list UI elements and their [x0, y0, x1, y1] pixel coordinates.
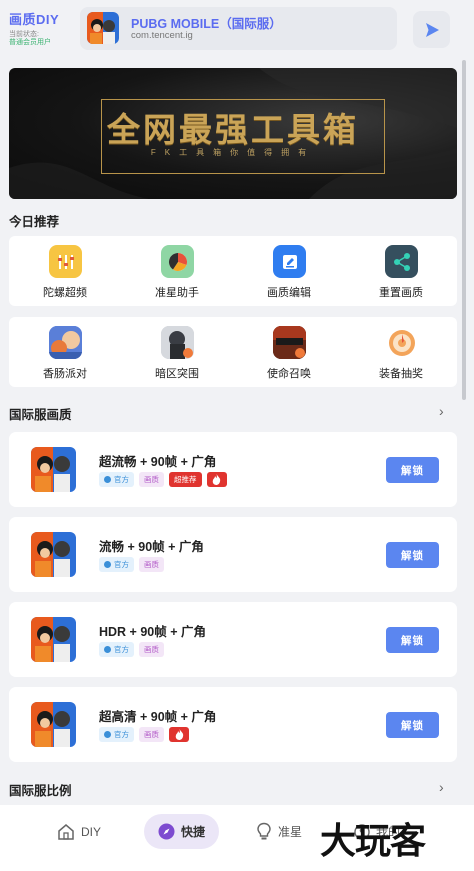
tag-recommended: 超推荐 [169, 472, 202, 487]
scrollbar[interactable] [462, 60, 466, 400]
preset-tags: 官方 画质 超推荐 [99, 472, 227, 487]
nav-label: 准星 [278, 825, 303, 839]
tool-reset-quality[interactable]: 重置画质 [345, 236, 457, 306]
tool-label: 画质编辑 [267, 287, 311, 299]
preset-title: HDR + 90帧 + 广角 [99, 625, 206, 639]
status-label: 当前状态: [9, 31, 39, 38]
unlock-button[interactable]: 解锁 [386, 712, 439, 738]
tool-label: 重置画质 [379, 287, 423, 299]
fire-icon [169, 727, 189, 742]
nav-crosshair[interactable]: 准星 [256, 814, 302, 849]
preset-item[interactable]: 超高清 + 90帧 + 广角 官方 画质 解锁 [9, 687, 457, 762]
preset-tags: 官方 画质 [99, 642, 164, 657]
tag-official: 官方 [99, 472, 134, 487]
tool-arena-breakout[interactable]: 暗区突围 [121, 317, 233, 387]
tag-official: 官方 [99, 727, 134, 742]
preset-item[interactable]: HDR + 90帧 + 广角 官方 画质 解锁 [9, 602, 457, 677]
app-header: 画质DIY 当前状态: 普通会员用户 PUBG MOBILE（国际服） com.… [0, 0, 474, 62]
edit-icon [273, 245, 306, 278]
compass-icon [158, 823, 175, 840]
preset-tags: 官方 画质 [99, 557, 164, 572]
tool-call-of-duty[interactable]: 使命召唤 [233, 317, 345, 387]
section-title-intl-quality: 国际服画质 [9, 408, 72, 422]
banner-subtitle: FK工具箱你值得拥有 [150, 148, 316, 157]
bottom-strip [0, 859, 474, 871]
home-icon [57, 823, 75, 840]
preset-title: 流畅 + 90帧 + 广角 [99, 540, 204, 554]
crosshair-pie-icon [161, 245, 194, 278]
tag-quality: 画质 [139, 727, 164, 742]
preset-tags: 官方 画质 [99, 727, 189, 742]
official-dot-icon [104, 561, 111, 568]
official-dot-icon [104, 731, 111, 738]
nav-quick[interactable]: 快捷 [144, 814, 220, 849]
chevron-right-icon[interactable]: › [439, 403, 444, 419]
banner-title: 全网最强工具箱 [107, 113, 359, 149]
gyro-icon [49, 245, 82, 278]
preset-thumbnail [31, 702, 76, 747]
preset-title: 超高清 + 90帧 + 广角 [99, 710, 217, 724]
tool-quality-edit[interactable]: 画质编辑 [233, 236, 345, 306]
unlock-button[interactable]: 解锁 [386, 542, 439, 568]
tag-quality: 画质 [139, 642, 164, 657]
arena-breakout-icon [161, 326, 194, 359]
nav-diy[interactable]: DIY [57, 814, 101, 849]
section-title-intl-ratio: 国际服比例 [9, 784, 72, 798]
preset-thumbnail [31, 532, 76, 577]
fire-icon [206, 472, 227, 487]
tool-label: 香肠派对 [43, 368, 87, 380]
tool-label: 准星助手 [155, 287, 199, 299]
tool-label: 暗区突围 [155, 368, 199, 380]
preset-item[interactable]: 流畅 + 90帧 + 广角 官方 画质 解锁 [9, 517, 457, 592]
tool-crosshair[interactable]: 准星助手 [121, 236, 233, 306]
official-dot-icon [104, 646, 111, 653]
nav-label: DIY [81, 824, 102, 839]
promo-banner[interactable]: 全网最强工具箱 FK工具箱你值得拥有 [9, 68, 457, 199]
tool-lottery[interactable]: 装备抽奖 [345, 317, 457, 387]
status-value: 普通会员用户 [9, 39, 51, 46]
tool-label: 陀螺超频 [43, 287, 87, 299]
tool-grid-row-2: 香肠派对 暗区突围 使命召唤 装备抽奖 [9, 317, 457, 387]
official-dot-icon [104, 476, 111, 483]
section-title-today: 今日推荐 [9, 215, 60, 229]
tool-gyro[interactable]: 陀螺超频 [9, 236, 121, 306]
tag-quality: 画质 [139, 472, 164, 487]
chevron-right-icon[interactable]: › [439, 779, 444, 795]
tool-label: 装备抽奖 [379, 368, 423, 380]
tool-sausage-party[interactable]: 香肠派对 [9, 317, 121, 387]
sausage-party-icon [49, 326, 82, 359]
bulb-icon [256, 822, 272, 841]
brand-title: 画质DIY [9, 12, 60, 27]
tag-official: 官方 [99, 557, 134, 572]
game-selector[interactable]: PUBG MOBILE（国际服） com.tencent.ig [80, 7, 397, 50]
game-avatar [87, 12, 119, 44]
call-of-duty-icon [273, 326, 306, 359]
launch-button[interactable] [413, 11, 450, 48]
tag-quality: 画质 [139, 557, 164, 572]
unlock-button[interactable]: 解锁 [386, 627, 439, 653]
watermark: 大玩客 [320, 821, 426, 862]
brand: 画质DIY 当前状态: 普通会员用户 [9, 9, 79, 47]
nav-label: 快捷 [181, 825, 206, 839]
tool-label: 使命召唤 [267, 368, 311, 380]
preset-thumbnail [31, 447, 76, 492]
tag-official: 官方 [99, 642, 134, 657]
preset-title: 超流畅 + 90帧 + 广角 [99, 455, 217, 469]
preset-item[interactable]: 超流畅 + 90帧 + 广角 官方 画质 超推荐 解锁 [9, 432, 457, 507]
preset-thumbnail [31, 617, 76, 662]
game-package: com.tencent.ig [131, 30, 193, 41]
share-reset-icon [385, 245, 418, 278]
play-icon [425, 22, 439, 37]
tool-grid-row-1: 陀螺超频 准星助手 画质编辑 重置画质 [9, 236, 457, 306]
unlock-button[interactable]: 解锁 [386, 457, 439, 483]
lottery-icon [385, 326, 418, 359]
